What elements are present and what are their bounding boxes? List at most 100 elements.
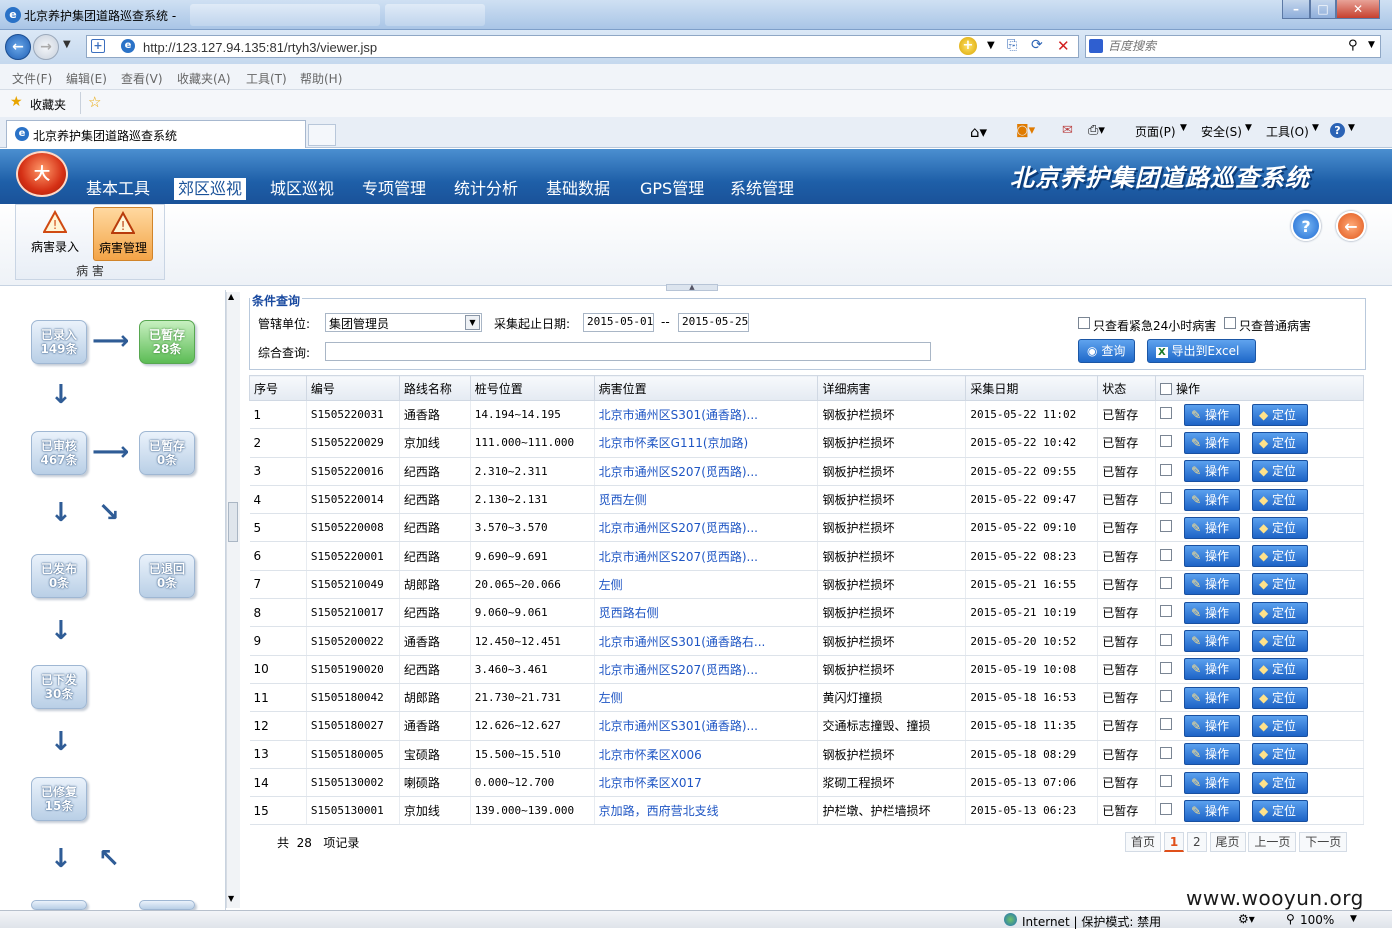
cell-location[interactable]: 觅西路右侧 [594, 598, 819, 628]
zoom-dropdown-icon[interactable]: ▼ [1350, 914, 1357, 924]
cell-location[interactable]: 北京市通州区S207(觅西路)... [594, 655, 819, 684]
flow-saved-2[interactable]: 已暂存 0条 [139, 431, 195, 475]
locate-button[interactable]: ◆ 定位 [1251, 601, 1308, 624]
col-code[interactable]: 编号 [305, 375, 400, 401]
operate-button[interactable]: ✎ 操作 [1184, 516, 1241, 539]
home-icon[interactable]: ⌂▾ [970, 123, 987, 141]
safety-menu[interactable]: 安全(S) [1201, 123, 1242, 140]
locate-button[interactable]: ◆ 定位 [1251, 573, 1308, 596]
operate-button[interactable]: ✎ 操作 [1184, 403, 1241, 426]
row-checkbox[interactable] [1160, 775, 1173, 787]
left-scrollbar[interactable]: ▲ ▼ [226, 292, 240, 908]
refresh-icon[interactable]: ⟳ [1031, 37, 1043, 53]
forward-button[interactable]: → [33, 34, 59, 60]
stop-icon[interactable]: ✕ [1057, 37, 1070, 55]
locate-button[interactable]: ◆ 定位 [1251, 771, 1308, 794]
cell-location[interactable]: 北京市通州区S301(通香路)... [594, 400, 819, 430]
pager-page-2[interactable]: 2 [1187, 832, 1207, 852]
cell-location[interactable]: 北京市怀柔区X006 [594, 740, 819, 769]
nav-basic-data[interactable]: 基础数据 [542, 178, 614, 200]
mail-icon[interactable]: ✉ [1062, 123, 1073, 138]
cell-location[interactable]: 北京市怀柔区G111(京加路) [594, 428, 819, 458]
table-row[interactable]: 3 S1505220016 纪西路 2.310~2.311 北京市通州区S207(觅西路… [249, 457, 1364, 486]
row-checkbox[interactable] [1160, 435, 1173, 448]
locate-button[interactable]: ◆ 定位 [1251, 799, 1308, 822]
add-favorite-icon[interactable]: ☆ [88, 93, 101, 111]
locate-button[interactable]: ◆ 定位 [1251, 460, 1308, 483]
zoom-icon[interactable]: ⚲ [1286, 912, 1295, 926]
go-icon[interactable]: + [959, 37, 977, 55]
locate-button[interactable]: ◆ 定位 [1251, 488, 1308, 511]
locate-button[interactable]: ◆ 定位 [1251, 516, 1308, 539]
locate-button[interactable]: ◆ 定位 [1251, 431, 1308, 454]
cell-location[interactable]: 北京市通州区S207(觅西路)... [594, 457, 819, 486]
table-row[interactable]: 1 S1505220031 通香路 14.194~14.195 北京市通州区S301(通… [249, 400, 1364, 430]
nav-statistics[interactable]: 统计分析 [450, 178, 522, 200]
back-circle-icon[interactable]: ← [1336, 211, 1366, 241]
pager-next[interactable]: 下一页 [1299, 832, 1348, 852]
scroll-thumb[interactable] [228, 502, 238, 542]
operate-button[interactable]: ✎ 操作 [1184, 658, 1241, 681]
address-dropdown-icon[interactable]: ▼ [987, 40, 995, 51]
date-to-input[interactable]: 2015-05-25 [678, 313, 749, 332]
table-row[interactable]: 9 S1505200022 通香路 12.450~12.451 北京市通州区S301(通… [249, 626, 1364, 656]
operate-button[interactable]: ✎ 操作 [1184, 573, 1241, 596]
nav-special-management[interactable]: 专项管理 [358, 178, 430, 200]
page-menu[interactable]: 页面(P) [1135, 123, 1176, 140]
operate-button[interactable]: ✎ 操作 [1184, 431, 1241, 454]
flow-dispatched[interactable]: 已下发 30条 [31, 665, 87, 709]
help-icon[interactable]: ? [1330, 123, 1345, 138]
search-dropdown-icon[interactable]: ▼ [1368, 40, 1375, 50]
date-from-input[interactable]: 2015-05-01 [583, 313, 654, 332]
pager-last[interactable]: 尾页 [1209, 832, 1246, 852]
cell-location[interactable]: 北京市通州区S207(觅西路)... [594, 541, 819, 571]
row-checkbox[interactable] [1160, 803, 1173, 816]
search-box[interactable]: ⚲ ▼ [1085, 35, 1381, 58]
operate-button[interactable]: ✎ 操作 [1184, 601, 1241, 624]
row-checkbox[interactable] [1160, 463, 1173, 476]
table-row[interactable]: 4 S1505220014 纪西路 2.130~2.131 觅西左侧 钢板护栏损坏 2015… [249, 485, 1364, 515]
locate-button[interactable]: ◆ 定位 [1251, 743, 1308, 766]
operate-button[interactable]: ✎ 操作 [1184, 771, 1241, 794]
help-circle-icon[interactable]: ? [1291, 211, 1321, 241]
minimize-button[interactable]: – [1282, 0, 1310, 19]
menu-view[interactable]: 查看(V) [121, 70, 163, 87]
col-no[interactable]: 序号 [249, 375, 307, 401]
normal-checkbox[interactable] [1224, 317, 1236, 329]
cell-location[interactable]: 觅西左侧 [594, 485, 819, 515]
cell-location[interactable]: 北京市通州区S301(通香路)... [594, 711, 819, 741]
cell-location[interactable]: 北京市通州区S301(通香路右... [594, 626, 819, 656]
menu-file[interactable]: 文件(F) [12, 70, 52, 87]
table-row[interactable]: 12 S1505180027 通香路 12.626~12.627 北京市通州区S301(… [249, 711, 1364, 741]
menu-tools[interactable]: 工具(T) [246, 70, 287, 87]
pager-page-1[interactable]: 1 [1163, 832, 1185, 852]
flow-returned[interactable]: 已退回 0条 [139, 554, 195, 598]
nav-urban-patrol[interactable]: 城区巡视 [266, 178, 338, 200]
unit-select[interactable]: 集团管理员 ▼ [325, 313, 482, 332]
row-checkbox[interactable] [1160, 718, 1173, 731]
table-row[interactable]: 5 S1505220008 纪西路 3.570~3.570 北京市通州区S207(觅西路… [249, 513, 1364, 543]
row-checkbox[interactable] [1160, 576, 1173, 589]
col-location[interactable]: 病害位置 [593, 375, 819, 401]
row-checkbox[interactable] [1160, 605, 1173, 618]
print-icon[interactable]: ⎙▾ [1088, 123, 1105, 138]
operate-button[interactable]: ✎ 操作 [1184, 686, 1241, 709]
table-row[interactable]: 13 S1505180005 宝硕路 15.500~15.510 北京市怀柔区X006 钢… [249, 740, 1364, 769]
scroll-down-icon[interactable]: ▼ [228, 894, 234, 903]
favorites-button[interactable]: 收藏夹 [30, 96, 66, 113]
row-checkbox[interactable] [1160, 746, 1173, 759]
search-input[interactable] [1108, 39, 1348, 53]
compat-icon[interactable]: ⎘ [1007, 38, 1017, 53]
table-row[interactable]: 14 S1505130002 喇硕路 0.000~12.700 北京市怀柔区X017 浆砌… [249, 768, 1364, 798]
select-all-checkbox[interactable] [1160, 382, 1173, 395]
flow-entered[interactable]: 已录入 149条 [31, 320, 87, 364]
feeds-icon[interactable]: ◙▾ [1016, 123, 1035, 138]
col-route[interactable]: 路线名称 [398, 375, 471, 401]
nav-suburban-patrol[interactable]: 郊区巡视 [174, 178, 247, 200]
col-status[interactable]: 状态 [1097, 375, 1157, 401]
locate-button[interactable]: ◆ 定位 [1251, 403, 1308, 426]
scroll-up-icon[interactable]: ▲ [228, 292, 234, 301]
table-row[interactable]: 11 S1505180042 胡郎路 21.730~21.731 左侧 黄闪灯撞损 2015… [249, 683, 1364, 713]
row-checkbox[interactable] [1160, 690, 1173, 703]
browser-tab[interactable]: e 北京养护集团道路巡查系统 [6, 120, 306, 148]
